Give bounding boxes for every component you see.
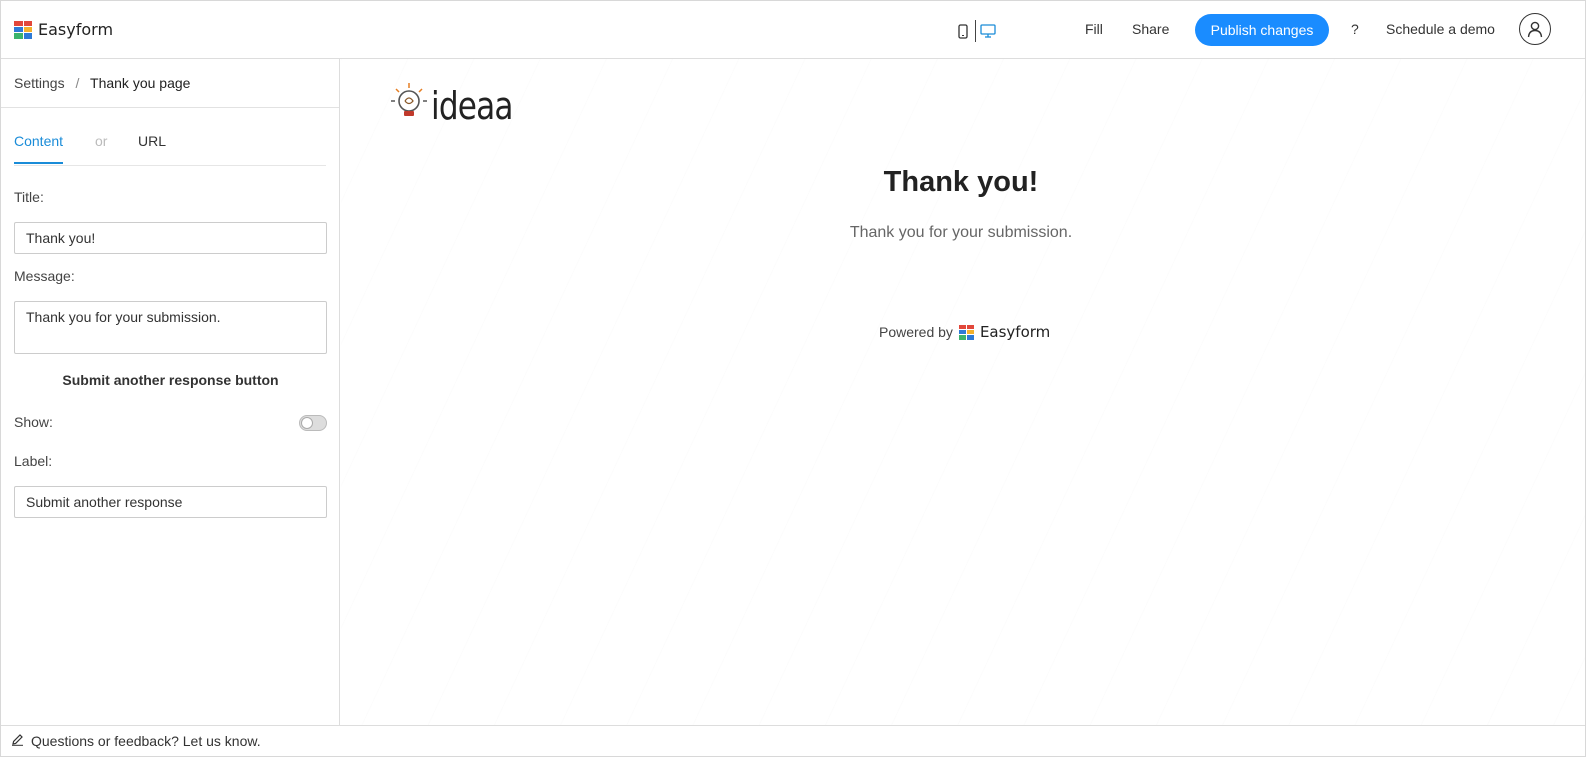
easyform-logo-icon: [958, 324, 974, 340]
show-toggle[interactable]: [299, 415, 327, 431]
powered-by-brand: Easyform: [979, 323, 1051, 341]
share-link[interactable]: Share: [1132, 21, 1169, 37]
message-textarea[interactable]: Thank you for your submission.: [14, 301, 327, 354]
label-label: Label:: [14, 453, 53, 469]
pencil-icon: [11, 733, 24, 749]
message-label: Message:: [14, 268, 75, 284]
powered-by[interactable]: Powered by Easyform: [879, 323, 1050, 341]
show-label: Show:: [14, 414, 53, 430]
lightbulb-icon: [391, 83, 427, 116]
device-separator: [975, 20, 976, 42]
schedule-demo-link[interactable]: Schedule a demo: [1386, 21, 1495, 37]
title-label: Title:: [14, 189, 44, 205]
feedback-text[interactable]: Questions or feedback? Let us know.: [31, 733, 261, 749]
app-name: Easyform: [38, 20, 114, 39]
settings-sidebar: Settings / Thank you page Content or URL…: [1, 59, 340, 725]
label-input[interactable]: [14, 486, 327, 518]
easyform-logo-icon: [14, 20, 32, 39]
title-input[interactable]: [14, 222, 327, 254]
feedback-bar[interactable]: Questions or feedback? Let us know.: [1, 725, 1585, 756]
toggle-knob: [301, 417, 313, 429]
submit-another-section-title: Submit another response button: [62, 372, 279, 388]
thank-you-title: Thank you!: [883, 166, 1039, 198]
content-form: Title: Message: Thank you for your submi…: [1, 59, 340, 725]
ideaa-logo: ideaa: [389, 79, 531, 125]
powered-by-text: Powered by: [879, 324, 953, 340]
help-button[interactable]: ?: [1351, 21, 1359, 37]
user-avatar-icon[interactable]: [1519, 13, 1551, 45]
ideaa-logo-text: ideaa: [431, 84, 514, 128]
app-window: Easyform Fill Share Publish changes ? Sc…: [0, 0, 1586, 757]
fill-link[interactable]: Fill: [1085, 21, 1103, 37]
top-bar: Easyform Fill Share Publish changes ? Sc…: [1, 1, 1585, 59]
brand[interactable]: Easyform: [14, 20, 113, 39]
thank-you-preview: ideaa Thank you! Thank you for your subm…: [341, 59, 1585, 725]
publish-changes-button[interactable]: Publish changes: [1195, 14, 1329, 46]
thank-you-message: Thank you for your submission.: [849, 224, 1073, 241]
mobile-icon[interactable]: [952, 20, 974, 42]
desktop-icon[interactable]: [977, 20, 999, 42]
device-toggle: [952, 20, 999, 42]
